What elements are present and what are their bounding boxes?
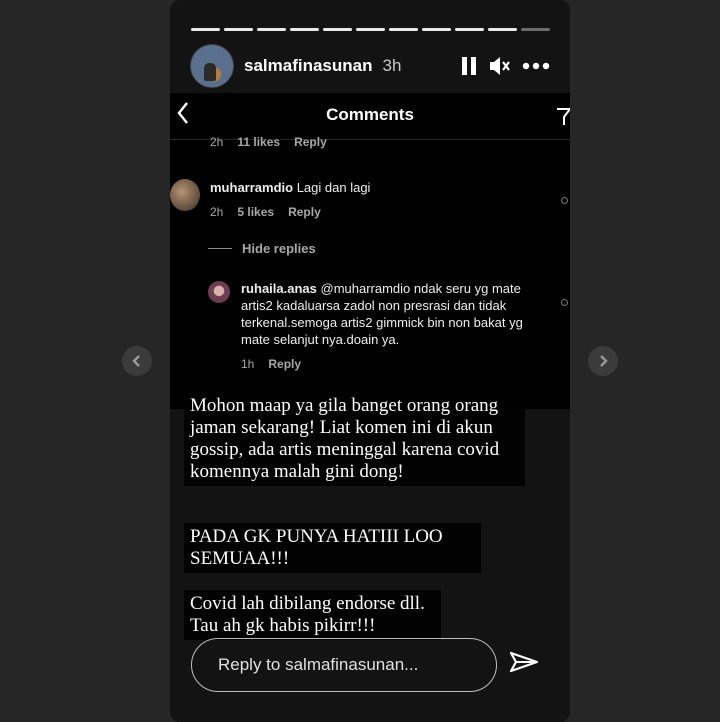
comment-reply-link: Reply bbox=[294, 135, 327, 149]
replier-avatar bbox=[208, 281, 230, 303]
comment: muharramdio Lagi dan lagi bbox=[210, 180, 370, 195]
reply-time: 1h bbox=[241, 357, 255, 371]
progress-segment bbox=[356, 28, 385, 31]
progress-segment bbox=[290, 28, 319, 31]
comment-reply-link: Reply bbox=[288, 205, 321, 219]
story-time: 3h bbox=[382, 56, 402, 75]
send-icon[interactable] bbox=[508, 648, 540, 685]
reply-reply-link: Reply bbox=[268, 357, 302, 371]
reply-username: ruhaila.anas bbox=[241, 281, 317, 296]
progress-segment bbox=[455, 28, 484, 31]
comment-likes: 5 likes bbox=[237, 205, 275, 219]
story-progress bbox=[191, 28, 550, 31]
progress-segment bbox=[323, 28, 352, 31]
comment-meta: 2h 5 likes Reply bbox=[210, 205, 321, 219]
reply-meta: 1h Reply bbox=[241, 357, 301, 371]
comments-title: Comments bbox=[326, 105, 414, 124]
progress-segment bbox=[224, 28, 253, 31]
story-header: salmafinasunan 3h bbox=[190, 44, 550, 88]
hide-replies: Hide replies bbox=[208, 241, 316, 256]
progress-segment bbox=[488, 28, 517, 31]
comments-screenshot: Comments 2h 11 likes Reply muharramdio L… bbox=[170, 93, 570, 409]
story-viewer: salmafinasunan 3h Comments 2h 11 likes R… bbox=[170, 0, 570, 722]
heart-icon bbox=[561, 299, 568, 306]
hide-replies-line bbox=[208, 248, 232, 249]
hide-replies-label: Hide replies bbox=[242, 241, 316, 256]
story-username[interactable]: salmafinasunan bbox=[244, 56, 373, 76]
comment-text: Lagi dan lagi bbox=[296, 180, 371, 195]
reply-comment: ruhaila.anas @muharramdio ndak seru yg m… bbox=[241, 280, 551, 348]
filter-icon bbox=[556, 107, 570, 132]
comment-time: 2h bbox=[210, 135, 224, 149]
mute-icon[interactable] bbox=[488, 55, 512, 77]
pause-icon[interactable] bbox=[460, 56, 478, 76]
more-icon[interactable] bbox=[522, 62, 550, 70]
commenter-avatar bbox=[170, 179, 200, 211]
progress-segment bbox=[521, 28, 550, 31]
progress-segment bbox=[389, 28, 418, 31]
reply-input[interactable]: Reply to salmafinasunan... bbox=[191, 638, 497, 692]
story-caption-2: PADA GK PUNYA HATIII LOO SEMUAA!!! bbox=[184, 523, 481, 573]
story-caption-3: Covid lah dibilang endorse dll. Tau ah g… bbox=[184, 590, 441, 640]
comment-likes: 11 likes bbox=[237, 135, 281, 149]
comment-time: 2h bbox=[210, 205, 224, 219]
avatar[interactable] bbox=[190, 44, 234, 88]
progress-segment bbox=[257, 28, 286, 31]
story-caption-1: Mohon maap ya gila banget orang orang ja… bbox=[184, 392, 525, 486]
progress-segment bbox=[191, 28, 220, 31]
prev-arrow-icon[interactable] bbox=[122, 346, 152, 376]
progress-segment bbox=[422, 28, 451, 31]
comment-username: muharramdio bbox=[210, 180, 294, 195]
next-arrow-icon[interactable] bbox=[588, 346, 618, 376]
heart-icon bbox=[561, 197, 568, 204]
comment-meta: 2h 11 likes Reply bbox=[210, 135, 327, 149]
